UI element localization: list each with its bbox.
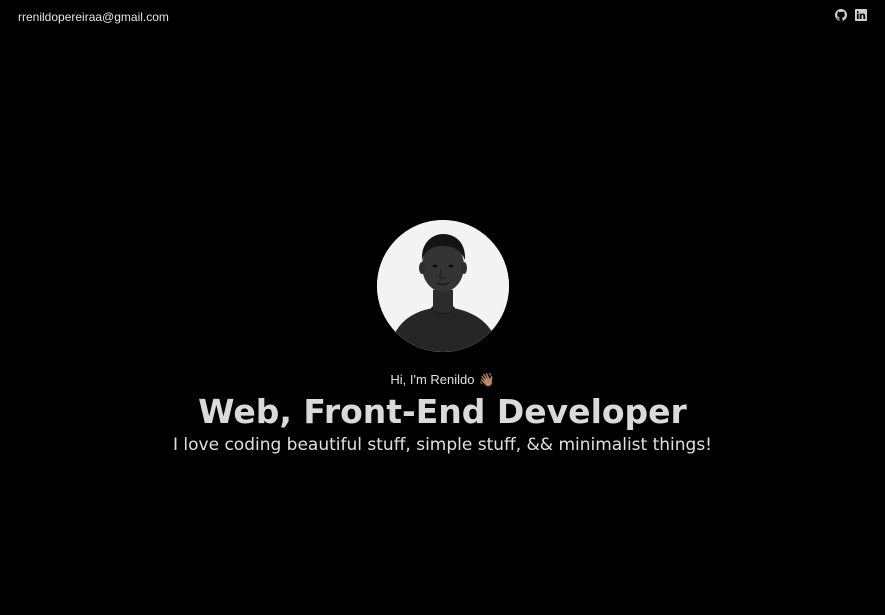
linkedin-link[interactable] (855, 9, 867, 21)
profile-photo-icon (376, 220, 509, 352)
avatar (376, 220, 509, 352)
github-icon (835, 9, 847, 21)
top-bar: rrenildopereiraa@gmail.com (0, 0, 885, 36)
hero-section: Hi, I'm Renildo 👋🏽 Web, Front-End Develop… (0, 220, 885, 456)
greeting: Hi, I'm Renildo 👋🏽 (0, 372, 885, 388)
linkedin-icon (855, 9, 867, 21)
tagline: I love coding beautiful stuff, simple st… (172, 435, 712, 455)
social-links (835, 9, 867, 21)
github-link[interactable] (835, 9, 847, 21)
greeting-text: Hi, I'm Renildo (390, 372, 475, 387)
waving-hand-icon: 👋🏽 (478, 372, 495, 387)
email-link[interactable]: rrenildopereiraa@gmail.com (18, 10, 169, 24)
page-title: Web, Front-End Developer (198, 392, 687, 431)
